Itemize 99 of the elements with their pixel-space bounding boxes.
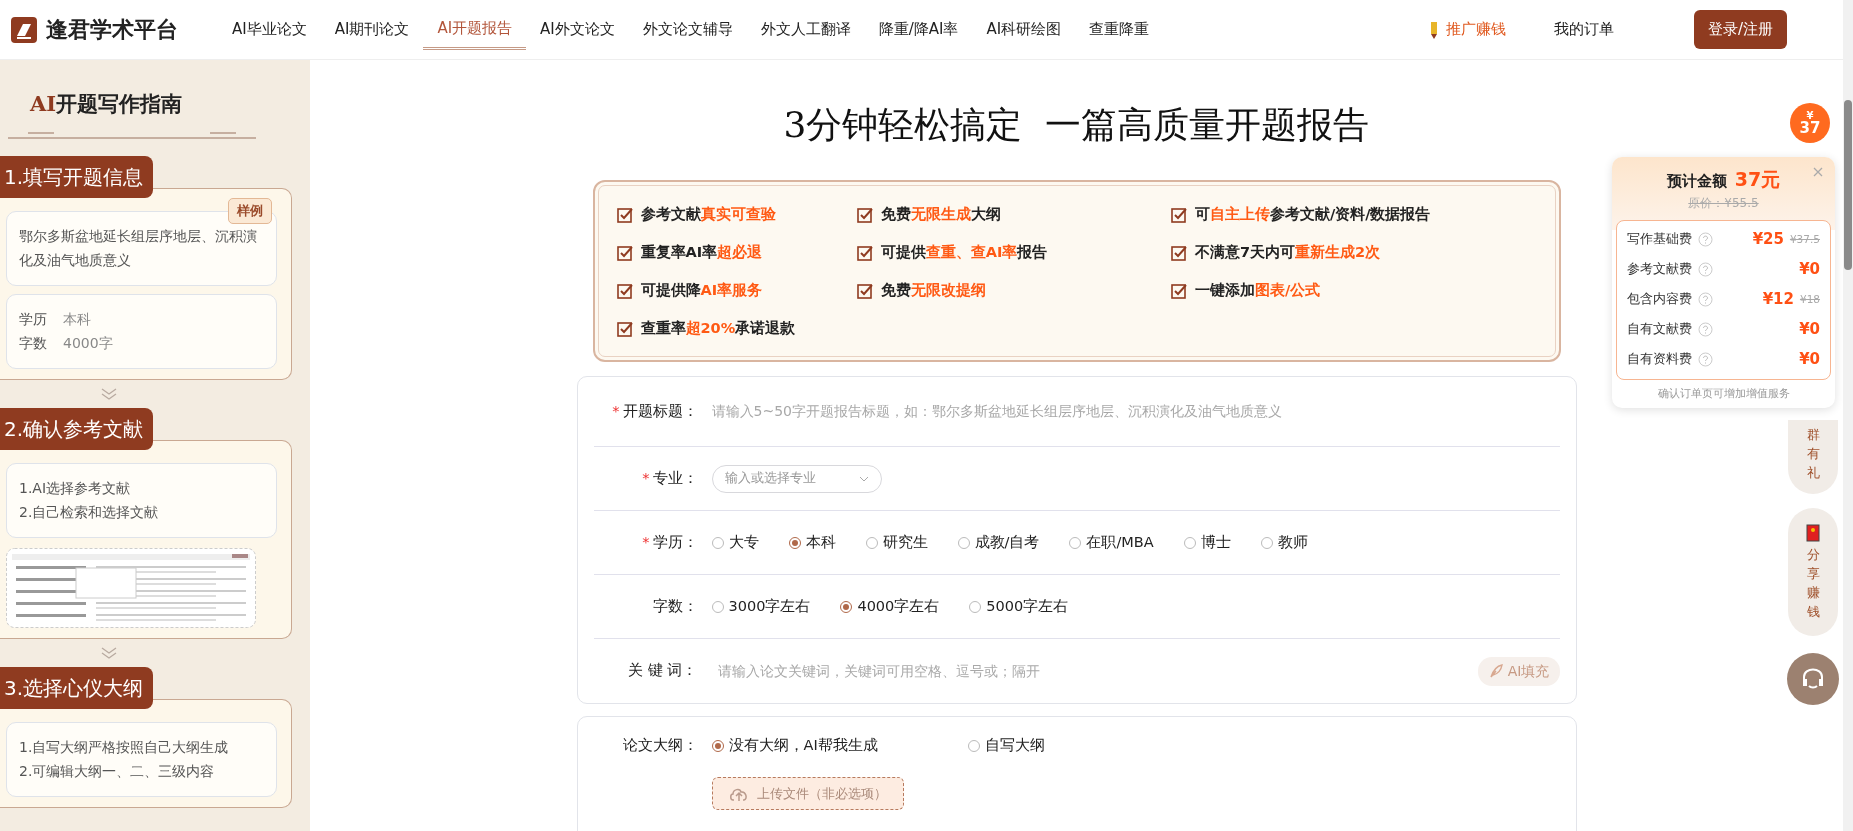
- feature-text: 查重率超20%承诺退款: [640, 319, 796, 339]
- radio-option[interactable]: 大专: [711, 531, 759, 554]
- scrollbar[interactable]: [1843, 0, 1853, 831]
- fee-label: 包含内容费: [1627, 290, 1692, 309]
- checkbox-checked-icon: [616, 207, 633, 223]
- fee-original-price: ¥37.5: [1789, 231, 1820, 247]
- feather-pen-icon: [1487, 663, 1504, 679]
- step-heading: 3.选择心仪大纲: [0, 666, 154, 709]
- fee-price: ¥25: [1752, 229, 1784, 251]
- logo-text: 逢君学术平台: [46, 15, 178, 44]
- fee-original-price: ¥18: [1799, 291, 1820, 307]
- fee-label: 写作基础费: [1627, 230, 1692, 249]
- radio-option[interactable]: 本科: [788, 531, 836, 554]
- feature-text: 一键添加图表/公式: [1194, 281, 1321, 301]
- nav-tab[interactable]: AI毕业论文: [218, 10, 321, 49]
- nav-tab[interactable]: AI期刊论文: [320, 10, 424, 49]
- price-title: 预计金额: [1666, 171, 1727, 192]
- side-button[interactable]: 群有礼: [1788, 420, 1838, 494]
- fee-price: ¥12: [1762, 289, 1794, 311]
- chevron-down-icon: [100, 646, 118, 659]
- help-icon: [1698, 232, 1713, 247]
- checkbox-checked-icon: [856, 245, 873, 261]
- feature-text: 参考文献真实可查验: [640, 205, 776, 225]
- help-icon: [1698, 322, 1713, 337]
- guide-title: AI开题写作指南: [30, 90, 184, 118]
- help-icon: [1698, 292, 1713, 307]
- feature-text: 免费无限改提纲: [880, 281, 986, 301]
- orders-link[interactable]: 我的订单: [1553, 18, 1614, 41]
- nav-tab[interactable]: 外文人工翻译: [746, 10, 865, 49]
- close-icon: [1813, 167, 1823, 177]
- price-note: 确认订单页可增加增值服务: [1656, 385, 1791, 402]
- field-label: 关 键 词：: [627, 661, 698, 681]
- feature-text: 不满意7天内可重新生成2次: [1194, 243, 1381, 263]
- step-line: 2.自己检索和选择文献: [19, 503, 160, 522]
- radio-option[interactable]: 4000字左右: [840, 595, 940, 618]
- book-logo-icon: [10, 15, 38, 44]
- fee-label: 自有资料费: [1627, 350, 1692, 369]
- detail-label: 字数: [19, 334, 47, 353]
- feature-text: 可提供查重、查AI率报告: [880, 243, 1048, 263]
- feature-text: 免费无限生成大纲: [880, 205, 1001, 225]
- nav-tab[interactable]: 查重降重: [1075, 10, 1164, 49]
- help-icon: [1698, 352, 1713, 367]
- nav-tab[interactable]: AI科研绘图: [972, 10, 1076, 49]
- radio-option[interactable]: 在职/MBA: [1069, 531, 1154, 554]
- checkbox-checked-icon: [616, 245, 633, 261]
- nav-tab[interactable]: 外文论文辅导: [628, 10, 747, 49]
- promo-link[interactable]: 推广赚钱: [1429, 18, 1506, 41]
- sample-badge: 样例: [228, 197, 272, 225]
- radio-option[interactable]: 博士: [1183, 531, 1231, 554]
- headset-icon[interactable]: [1787, 653, 1839, 705]
- fee-label: 自有文献费: [1627, 320, 1692, 339]
- feature-text: 可提供降AI率服务: [640, 281, 763, 301]
- checkbox-checked-icon: [856, 207, 873, 223]
- field-label: 论文大纲：: [621, 736, 698, 755]
- radio-option[interactable]: 成教/自考: [957, 531, 1040, 554]
- sample-topic: 鄂尔多斯盆地延长组层序地层、沉积演化及油气地质意义: [19, 227, 257, 268]
- share-button[interactable]: 分享赚钱: [1788, 508, 1838, 636]
- detail-value: 4000字: [63, 334, 113, 353]
- step-heading: 2.确认参考文献: [0, 407, 154, 450]
- checkbox-checked-icon: [1170, 207, 1187, 223]
- nav-tab[interactable]: AI开题报告: [423, 8, 527, 51]
- radio-option[interactable]: 没有大纲，AI帮我生成: [711, 735, 878, 757]
- feature-text: 重复率AI率超必退: [640, 243, 763, 263]
- fee-price: ¥0: [1799, 319, 1820, 341]
- login-button[interactable]: 登录/注册: [1693, 10, 1787, 49]
- fee-label: 参考文献费: [1627, 260, 1692, 279]
- chevron-down-icon: [858, 475, 869, 482]
- radio-option[interactable]: 研究生: [865, 531, 928, 554]
- checkbox-checked-icon: [616, 283, 633, 299]
- radio-option[interactable]: 教师: [1260, 531, 1308, 554]
- nav-tab[interactable]: AI外文论文: [526, 10, 629, 49]
- step-line: 1.AI选择参考文献: [19, 478, 132, 498]
- nav-tab[interactable]: 降重/降AI率: [864, 10, 973, 49]
- field-label: 字数：: [651, 596, 698, 616]
- detail-label: 学历: [19, 309, 47, 329]
- checkbox-checked-icon: [1170, 245, 1187, 261]
- field-label: * 学历：: [641, 532, 698, 552]
- field-label: * 专业：: [641, 468, 698, 488]
- fee-price: ¥0: [1799, 349, 1820, 371]
- envelope-icon: [1806, 524, 1820, 542]
- step-line: 2.可编辑大纲一、二、三级内容: [19, 762, 216, 781]
- pencil-icon: [1429, 20, 1438, 39]
- checkbox-checked-icon: [616, 321, 633, 337]
- checkbox-checked-icon: [856, 283, 873, 299]
- page-headline: 3分钟轻松搞定 一篇高质量开题报告: [783, 103, 1370, 147]
- radio-option[interactable]: 自写大纲: [967, 735, 1045, 757]
- radio-option[interactable]: 3000字左右: [711, 595, 811, 618]
- step-heading: 1.填写开题信息: [0, 155, 154, 198]
- checkbox-checked-icon: [1170, 283, 1187, 299]
- fee-price: ¥0: [1799, 259, 1820, 281]
- field-label: * 开题标题：: [611, 401, 698, 421]
- chevron-down-icon: [100, 387, 118, 400]
- radio-option[interactable]: 5000字左右: [969, 595, 1069, 618]
- step-line: 1.自写大纲严格按照自己大纲生成: [19, 737, 230, 757]
- help-icon: [1698, 262, 1713, 277]
- price-amount: 37元: [1734, 167, 1781, 192]
- feature-text: 可自主上传参考文献/资料/数据报告: [1194, 205, 1431, 225]
- detail-value: 本科: [63, 309, 91, 329]
- original-price: 原价：¥55.5: [1687, 194, 1760, 212]
